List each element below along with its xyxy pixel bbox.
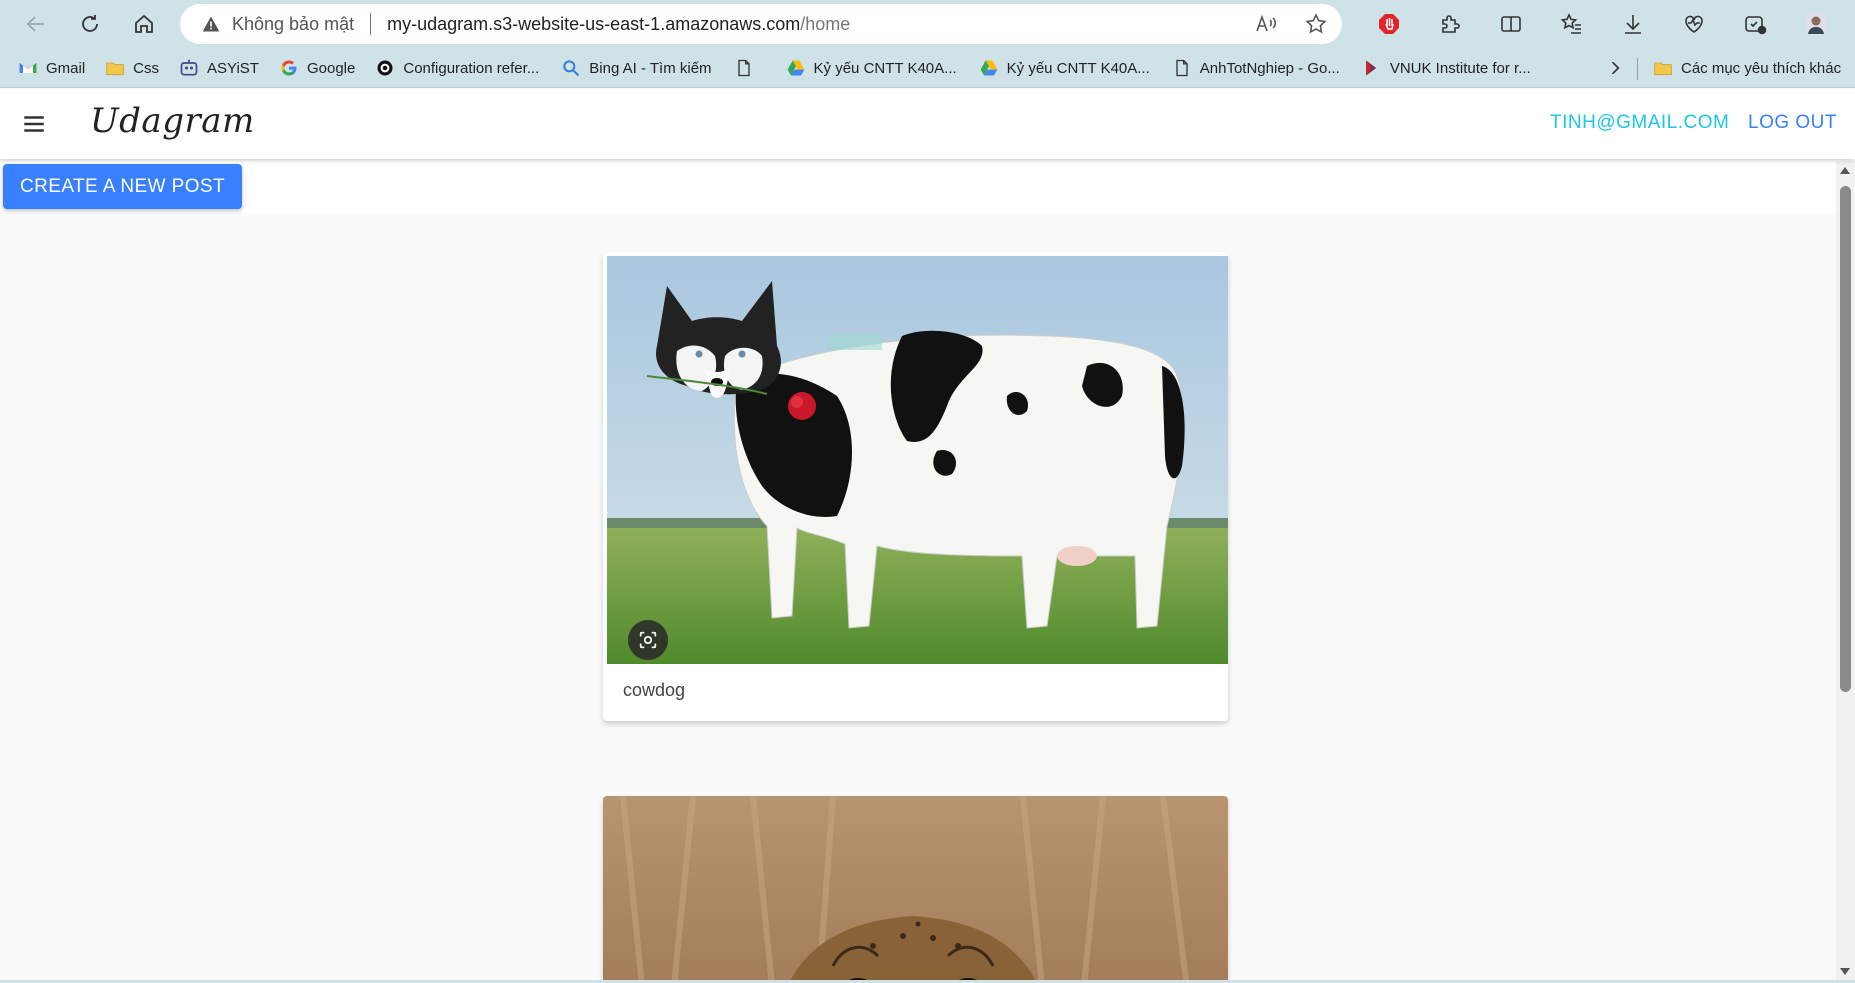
folder-icon [105, 58, 125, 78]
browser-essentials-button[interactable] [1663, 4, 1724, 44]
app-header: Udagram TINH@GMAIL.COM LOG OUT [0, 89, 1855, 159]
action-bar [0, 161, 1836, 213]
other-favorites-folder[interactable]: Các mục yêu thích khác [1645, 52, 1849, 84]
folder-icon [1653, 58, 1673, 78]
scroll-down-arrow[interactable] [1840, 968, 1850, 975]
read-aloud-icon[interactable] [1254, 12, 1278, 36]
create-post-button[interactable]: CREATE A NEW POST [3, 164, 242, 209]
copilot-button[interactable] [1724, 4, 1785, 44]
post-card [603, 796, 1228, 983]
menu-button[interactable] [18, 108, 50, 140]
bookmark-asyist[interactable]: ASYiST [171, 52, 267, 84]
bookmark-label: Css [133, 59, 160, 77]
search-icon [561, 58, 581, 78]
circle-logo-icon [375, 58, 395, 78]
page-viewport: Udagram TINH@GMAIL.COM LOG OUT CREATE A … [0, 89, 1855, 983]
bookmark-gmail[interactable]: Gmail [10, 52, 93, 84]
home-icon [135, 14, 153, 33]
download-icon [1624, 15, 1641, 34]
favorites-list-icon [1560, 13, 1581, 34]
address-bar[interactable]: Không bảo mật my-udagram.s3-website-us-e… [180, 4, 1342, 44]
bookmark-label: Gmail [46, 59, 86, 77]
bookmark-list: Gmail Css ASYiST Google Configuration re… [10, 52, 1539, 84]
app-brand[interactable]: Udagram [90, 101, 255, 141]
chevron-right-icon [1611, 61, 1620, 75]
bookmark-configuration[interactable]: Configuration refer... [367, 52, 547, 84]
bookmark-untitled[interactable] [726, 52, 772, 84]
browser-toolbar: Không bảo mật my-udagram.s3-website-us-e… [0, 0, 1855, 48]
cowdog-photo [607, 256, 1228, 664]
bookmark-google[interactable]: Google [271, 52, 363, 84]
copilot-icon [1744, 16, 1766, 35]
back-button[interactable] [14, 4, 58, 44]
page-icon [1172, 58, 1192, 78]
vnuk-icon [1362, 58, 1382, 78]
user-email-link[interactable]: TINH@GMAIL.COM [1550, 112, 1729, 134]
gmail-icon [18, 58, 38, 78]
post-card: cowdog [603, 252, 1228, 721]
warning-icon[interactable] [200, 13, 222, 35]
post-image-cowdog [607, 256, 1228, 664]
bookmark-label: Configuration refer... [403, 59, 540, 77]
avatar-icon [1805, 14, 1826, 34]
hamburger-menu-icon [24, 116, 44, 132]
settings-more-button[interactable] [1846, 4, 1855, 44]
url-text[interactable]: my-udagram.s3-website-us-east-1.amazonaw… [387, 14, 850, 35]
bookmark-label: Google [306, 59, 356, 77]
other-favorites-label: Các mục yêu thích khác [1681, 59, 1842, 77]
heart-pulse-icon [1684, 15, 1703, 33]
bookmark-anhtotnghiep[interactable]: AnhTotNghiep - Go... [1164, 52, 1348, 84]
address-actions [1254, 12, 1328, 36]
bookmark-kyyeu-2[interactable]: Kỷ yếu CNTT K40A... [971, 52, 1158, 84]
downloads-button[interactable] [1602, 4, 1663, 44]
bookmarks-bar: Gmail Css ASYiST Google Configuration re… [0, 48, 1855, 88]
bookmarks-divider [1637, 58, 1638, 80]
split-screen-button[interactable] [1480, 4, 1541, 44]
url-host: my-udagram.s3-website-us-east-1.amazonaw… [387, 13, 801, 34]
back-arrow-icon [26, 16, 44, 32]
reload-icon [82, 15, 98, 32]
bookmark-label: AnhTotNghiep - Go... [1199, 59, 1340, 77]
address-divider [370, 13, 372, 35]
scroll-up-arrow[interactable] [1840, 167, 1850, 174]
bookmark-label: VNUK Institute for r... [1389, 59, 1531, 77]
bookmark-vnuk[interactable]: VNUK Institute for r... [1354, 52, 1539, 84]
bookmark-kyyeu-1[interactable]: Kỷ yếu CNTT K40A... [778, 52, 965, 84]
google-drive-icon [979, 58, 999, 78]
post-caption: cowdog [623, 680, 686, 700]
reload-button[interactable] [68, 4, 112, 44]
logout-button[interactable]: LOG OUT [1748, 112, 1837, 134]
profile-button[interactable] [1785, 4, 1846, 44]
puzzle-icon [1441, 15, 1460, 33]
scrollbar-thumb[interactable] [1840, 186, 1851, 692]
url-path: /home [800, 13, 851, 34]
split-screen-icon [1500, 16, 1521, 32]
extensions-button[interactable] [1419, 4, 1480, 44]
bookmark-label: Bing AI - Tìm kiếm [589, 59, 712, 77]
security-status[interactable]: Không bảo mật [232, 14, 354, 35]
asyist-icon [179, 58, 199, 78]
adblock-extension-button[interactable] [1358, 4, 1419, 44]
lens-icon [639, 631, 657, 649]
visual-search-button[interactable] [628, 620, 668, 660]
google-icon [279, 58, 299, 78]
page-icon [734, 58, 754, 78]
extension-toolbar [1358, 4, 1855, 44]
stop-hand-icon [1378, 14, 1399, 34]
cheetah-photo [603, 796, 1228, 983]
page-scrollbar[interactable] [1836, 161, 1855, 983]
bookmark-label: ASYiST [207, 59, 259, 77]
google-drive-icon [786, 58, 806, 78]
bookmark-bing-ai[interactable]: Bing AI - Tìm kiếm [553, 52, 719, 84]
favorite-star-icon[interactable] [1304, 12, 1328, 36]
bookmark-label: Kỷ yếu CNTT K40A... [1006, 59, 1150, 77]
more-bookmarks-button[interactable] [1600, 52, 1630, 84]
post-image-cheetah [603, 796, 1228, 983]
favorites-button[interactable] [1541, 4, 1602, 44]
home-button[interactable] [122, 4, 166, 44]
bookmark-css[interactable]: Css [97, 52, 167, 84]
bookmark-label: Kỷ yếu CNTT K40A... [813, 59, 957, 77]
